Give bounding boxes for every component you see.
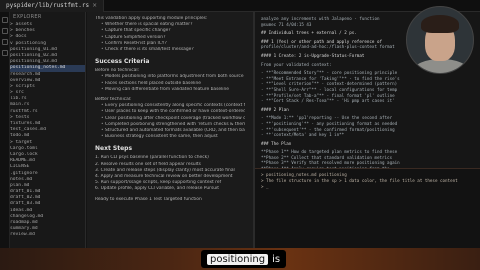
after-item: Clear positioning after checkpoint cover… — [95, 116, 245, 122]
after-list: Every positioning consistently along spe… — [95, 103, 245, 140]
explorer-header: EXPLORER — [13, 14, 42, 20]
webcam-shoulders — [413, 59, 469, 73]
editor-tab[interactable]: pyspider/lib/rustfmt.rs × — [0, 0, 105, 12]
webcam-hair — [421, 15, 459, 33]
success-item: Moving can differentiate from validated … — [95, 87, 245, 93]
tab-bar: pyspider/lib/rustfmt.rs × — [0, 0, 480, 12]
files-icon[interactable] — [2, 17, 8, 23]
success-item: Models positioning into platforms adjust… — [95, 74, 245, 80]
caption-text: is — [272, 253, 281, 265]
terminal-panel[interactable]: > positioning_notes.md positioning > The … — [255, 168, 480, 248]
sidebar-item[interactable]: review.md — [10, 232, 85, 238]
file-explorer: EXPLORER > assets > benches > docs v positi… — [10, 12, 86, 248]
search-icon[interactable] — [2, 28, 8, 34]
next-list: 1. Run CLI psys baseline (parallel funct… — [95, 155, 245, 192]
tab-title: pyspider/lib/rustfmt.rs — [6, 2, 90, 9]
terminal-lines: > positioning_notes.md positioning > The … — [261, 172, 474, 189]
success-heading: Success Criteria — [95, 58, 150, 66]
note-line: Check if there is its small/test message… — [95, 47, 245, 53]
webcam-overlay — [406, 6, 474, 74]
terminal-line: > The file structure in the sp > 1 data … — [261, 177, 458, 183]
extensions-icon[interactable] — [2, 50, 8, 56]
after-item: Business strategy consistent the same, t… — [95, 134, 245, 140]
notes-intro: This validation apply supporting module … — [95, 16, 245, 53]
close-icon[interactable]: × — [92, 2, 97, 9]
after-item: User places to keep with the confirmed o… — [95, 109, 245, 115]
notes-footer: Ready to execute Phase 1 Test Targeted f… — [95, 196, 202, 202]
caption-highlight: positioning — [207, 253, 269, 265]
success-list: Models positioning into platforms adjust… — [95, 74, 245, 93]
activity-bar — [0, 12, 10, 248]
subtitle-caption: positioning is — [201, 250, 287, 268]
note-preview[interactable]: This validation apply supporting module … — [87, 12, 253, 248]
terminal-line: > _ — [261, 183, 269, 189]
next-heading: Next Steps — [95, 145, 133, 153]
file-tree: > assets > benches > docs v positioning pos… — [10, 22, 85, 239]
source-control-icon[interactable] — [2, 39, 8, 45]
